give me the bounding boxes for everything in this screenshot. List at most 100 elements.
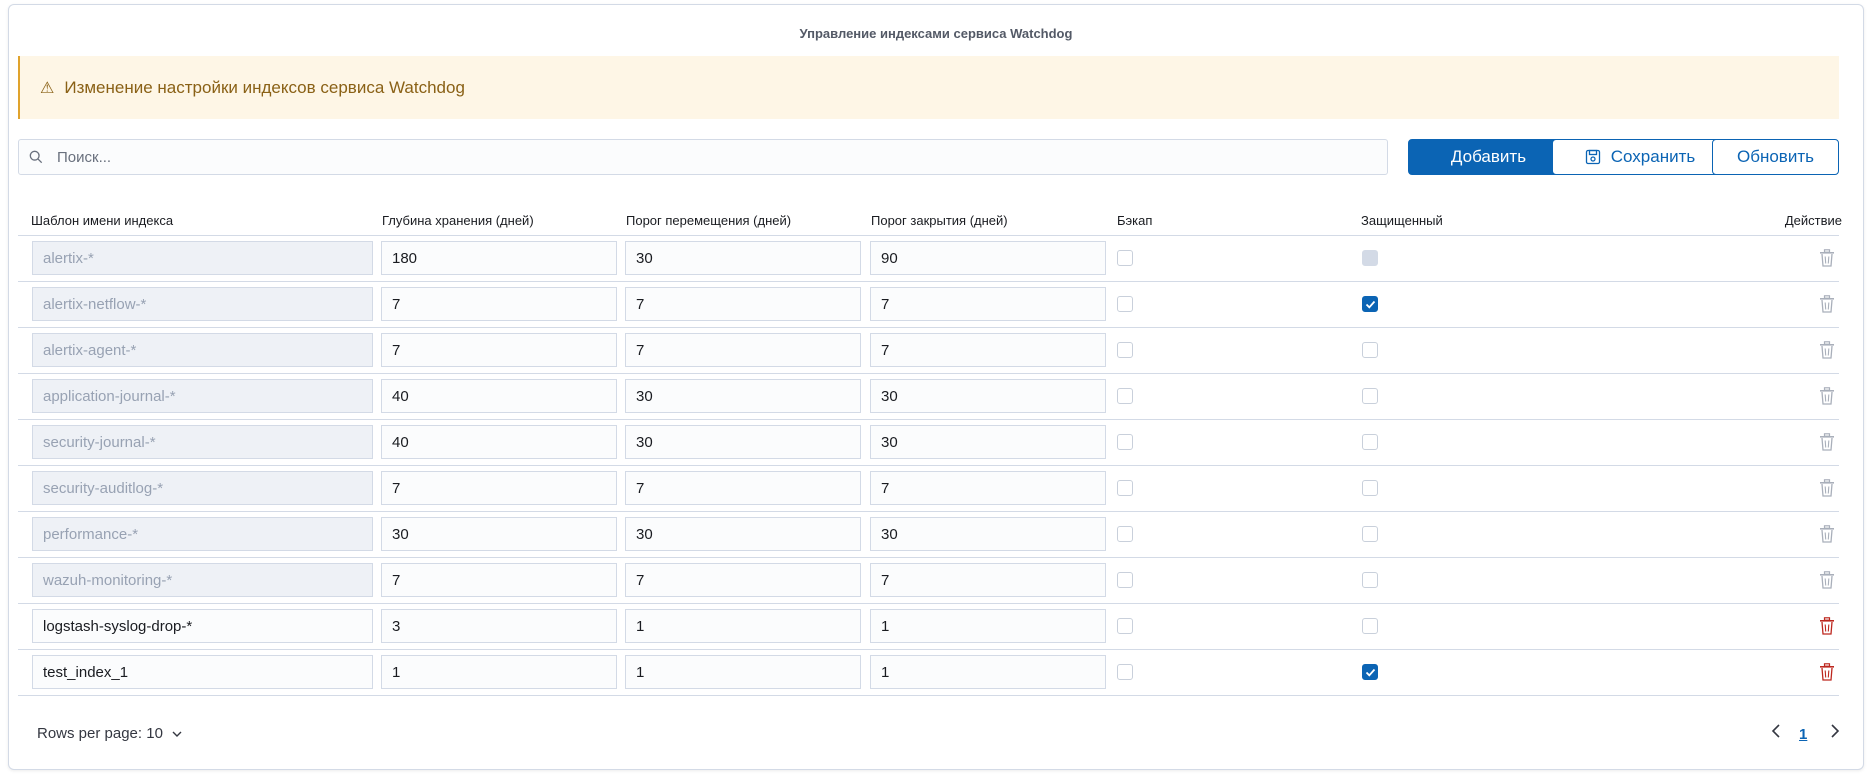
table-row-divider — [18, 603, 1839, 604]
column-header-6: Защищенный — [1361, 213, 1443, 228]
table-row-divider — [18, 511, 1839, 512]
retention-depth-field[interactable]: 30 — [381, 517, 617, 551]
retention-depth-field[interactable]: 7 — [381, 287, 617, 321]
close-threshold-field[interactable]: 30 — [870, 379, 1106, 413]
table-row-divider — [18, 373, 1839, 374]
protected-checkbox[interactable] — [1362, 296, 1378, 312]
column-header-1: Шаблон имени индекса — [31, 213, 174, 228]
close-threshold-field[interactable]: 1 — [870, 655, 1106, 689]
refresh-button[interactable]: Обновить — [1712, 139, 1839, 175]
move-threshold-field[interactable]: 1 — [625, 609, 861, 643]
close-threshold-field[interactable]: 30 — [870, 425, 1106, 459]
retention-depth-field[interactable]: 7 — [381, 563, 617, 597]
move-threshold-field[interactable]: 1 — [625, 655, 861, 689]
protected-checkbox[interactable] — [1362, 388, 1378, 404]
move-threshold-field[interactable]: 7 — [625, 333, 861, 367]
protected-checkbox — [1362, 250, 1378, 266]
index-pattern-field: application-journal-* — [32, 379, 373, 413]
backup-checkbox[interactable] — [1117, 342, 1133, 358]
checkmark-icon — [1365, 668, 1376, 677]
index-pattern-field: performance-* — [32, 517, 373, 551]
protected-checkbox[interactable] — [1362, 526, 1378, 542]
index-pattern-field: alertix-netflow-* — [32, 287, 373, 321]
delete-icon — [1819, 433, 1835, 451]
add-button[interactable]: Добавить — [1408, 139, 1569, 175]
retention-depth-field[interactable]: 40 — [381, 379, 617, 413]
previous-page-button[interactable] — [1768, 722, 1786, 740]
chevron-down-icon — [172, 731, 182, 737]
move-threshold-field[interactable]: 7 — [625, 471, 861, 505]
checkmark-icon — [1365, 300, 1376, 309]
index-pattern-field: alertix-* — [32, 241, 373, 275]
table-row-divider — [18, 327, 1839, 328]
index-pattern-field: wazuh-monitoring-* — [32, 563, 373, 597]
column-header-3: Порог перемещения (дней) — [626, 213, 792, 228]
protected-checkbox[interactable] — [1362, 572, 1378, 588]
delete-icon — [1819, 387, 1835, 405]
warning-icon: ⚠ — [40, 79, 55, 97]
search-input[interactable] — [55, 147, 1359, 167]
backup-checkbox[interactable] — [1117, 572, 1133, 588]
next-page-button[interactable] — [1825, 722, 1843, 740]
save-icon — [1585, 149, 1600, 165]
close-threshold-field[interactable]: 7 — [870, 333, 1106, 367]
move-threshold-field[interactable]: 30 — [625, 517, 861, 551]
index-pattern-field: security-journal-* — [32, 425, 373, 459]
retention-depth-field[interactable]: 180 — [381, 241, 617, 275]
warning-callout-text: Изменение настройки индексов сервиса Wat… — [64, 77, 465, 97]
table-row-divider — [18, 465, 1839, 466]
backup-checkbox[interactable] — [1117, 664, 1133, 680]
delete-icon[interactable] — [1819, 663, 1835, 681]
search-box[interactable] — [18, 139, 1388, 175]
rows-per-page-selector[interactable]: Rows per page: 10 — [37, 725, 183, 742]
page-title: Управление индексами сервиса Watchdog — [799, 26, 1073, 41]
protected-checkbox[interactable] — [1362, 342, 1378, 358]
close-threshold-field[interactable]: 90 — [870, 241, 1106, 275]
backup-checkbox[interactable] — [1117, 480, 1133, 496]
retention-depth-field[interactable]: 7 — [381, 471, 617, 505]
move-threshold-field[interactable]: 7 — [625, 563, 861, 597]
close-threshold-field[interactable]: 1 — [870, 609, 1106, 643]
page-number-1[interactable]: 1 — [1799, 726, 1807, 743]
move-threshold-field[interactable]: 30 — [625, 425, 861, 459]
save-button-label: Сохранить — [1610, 147, 1696, 166]
retention-depth-field[interactable]: 1 — [381, 655, 617, 689]
index-pattern-field: alertix-agent-* — [32, 333, 373, 367]
rows-per-page-label: Rows per page: 10 — [37, 725, 163, 742]
backup-checkbox[interactable] — [1117, 296, 1133, 312]
delete-icon — [1819, 525, 1835, 543]
search-icon — [29, 150, 43, 164]
delete-icon — [1819, 249, 1835, 267]
move-threshold-field[interactable]: 30 — [625, 379, 861, 413]
save-button[interactable]: Сохранить — [1552, 139, 1728, 175]
move-threshold-field[interactable]: 7 — [625, 287, 861, 321]
backup-checkbox[interactable] — [1117, 250, 1133, 266]
retention-depth-field[interactable]: 7 — [381, 333, 617, 367]
table-row-divider — [18, 649, 1839, 650]
protected-checkbox[interactable] — [1362, 618, 1378, 634]
column-header-5: Бэкап — [1117, 213, 1153, 228]
delete-icon[interactable] — [1819, 617, 1835, 635]
close-threshold-field[interactable]: 7 — [870, 563, 1106, 597]
protected-checkbox[interactable] — [1362, 664, 1378, 680]
table-header-divider — [18, 235, 1839, 236]
backup-checkbox[interactable] — [1117, 526, 1133, 542]
index-pattern-field[interactable]: test_index_1 — [32, 655, 373, 689]
retention-depth-field[interactable]: 40 — [381, 425, 617, 459]
column-header-7: Действие — [1784, 213, 1842, 228]
table-row-divider — [18, 557, 1839, 558]
index-pattern-field[interactable]: logstash-syslog-drop-* — [32, 609, 373, 643]
protected-checkbox[interactable] — [1362, 434, 1378, 450]
close-threshold-field[interactable]: 7 — [870, 471, 1106, 505]
backup-checkbox[interactable] — [1117, 434, 1133, 450]
backup-checkbox[interactable] — [1117, 618, 1133, 634]
close-threshold-field[interactable]: 7 — [870, 287, 1106, 321]
protected-checkbox[interactable] — [1362, 480, 1378, 496]
close-threshold-field[interactable]: 30 — [870, 517, 1106, 551]
backup-checkbox[interactable] — [1117, 388, 1133, 404]
warning-callout: ⚠ Изменение настройки индексов сервиса W… — [18, 56, 1839, 119]
retention-depth-field[interactable]: 3 — [381, 609, 617, 643]
column-header-2: Глубина хранения (дней) — [382, 213, 534, 228]
delete-icon — [1819, 341, 1835, 359]
move-threshold-field[interactable]: 30 — [625, 241, 861, 275]
